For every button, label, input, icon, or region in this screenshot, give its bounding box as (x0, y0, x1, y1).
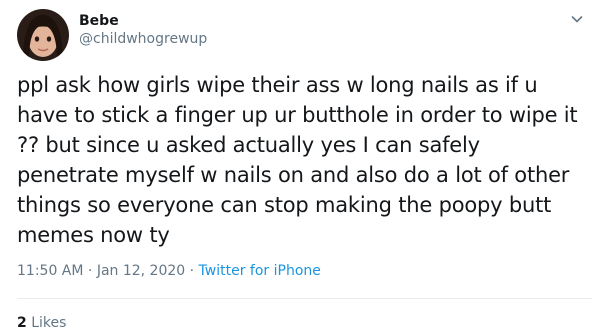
likes-count: 2 (17, 315, 27, 331)
likes-stat[interactable]: 2 Likes (17, 314, 66, 332)
tweet-card: Bebe @childwhogrewup ppl ask how girls w… (0, 0, 598, 335)
tweet-source-link[interactable]: Twitter for iPhone (199, 263, 321, 279)
chevron-down-icon[interactable] (568, 10, 586, 28)
avatar-image (17, 9, 69, 61)
tweet-text: ppl ask how girls wipe their ass w long … (17, 73, 578, 247)
likes-label: Likes (31, 315, 67, 331)
divider (17, 298, 592, 299)
tweet-metadata: 11:50 AM · Jan 12, 2020 · Twitter for iP… (17, 262, 321, 280)
author-name[interactable]: Bebe (79, 12, 119, 30)
meta-separator: · (189, 263, 195, 279)
meta-separator: · (87, 263, 93, 279)
author-handle[interactable]: @childwhogrewup (79, 30, 207, 48)
tweet-date[interactable]: Jan 12, 2020 (97, 263, 185, 279)
avatar[interactable] (17, 9, 69, 61)
tweet-time[interactable]: 11:50 AM (17, 263, 83, 279)
